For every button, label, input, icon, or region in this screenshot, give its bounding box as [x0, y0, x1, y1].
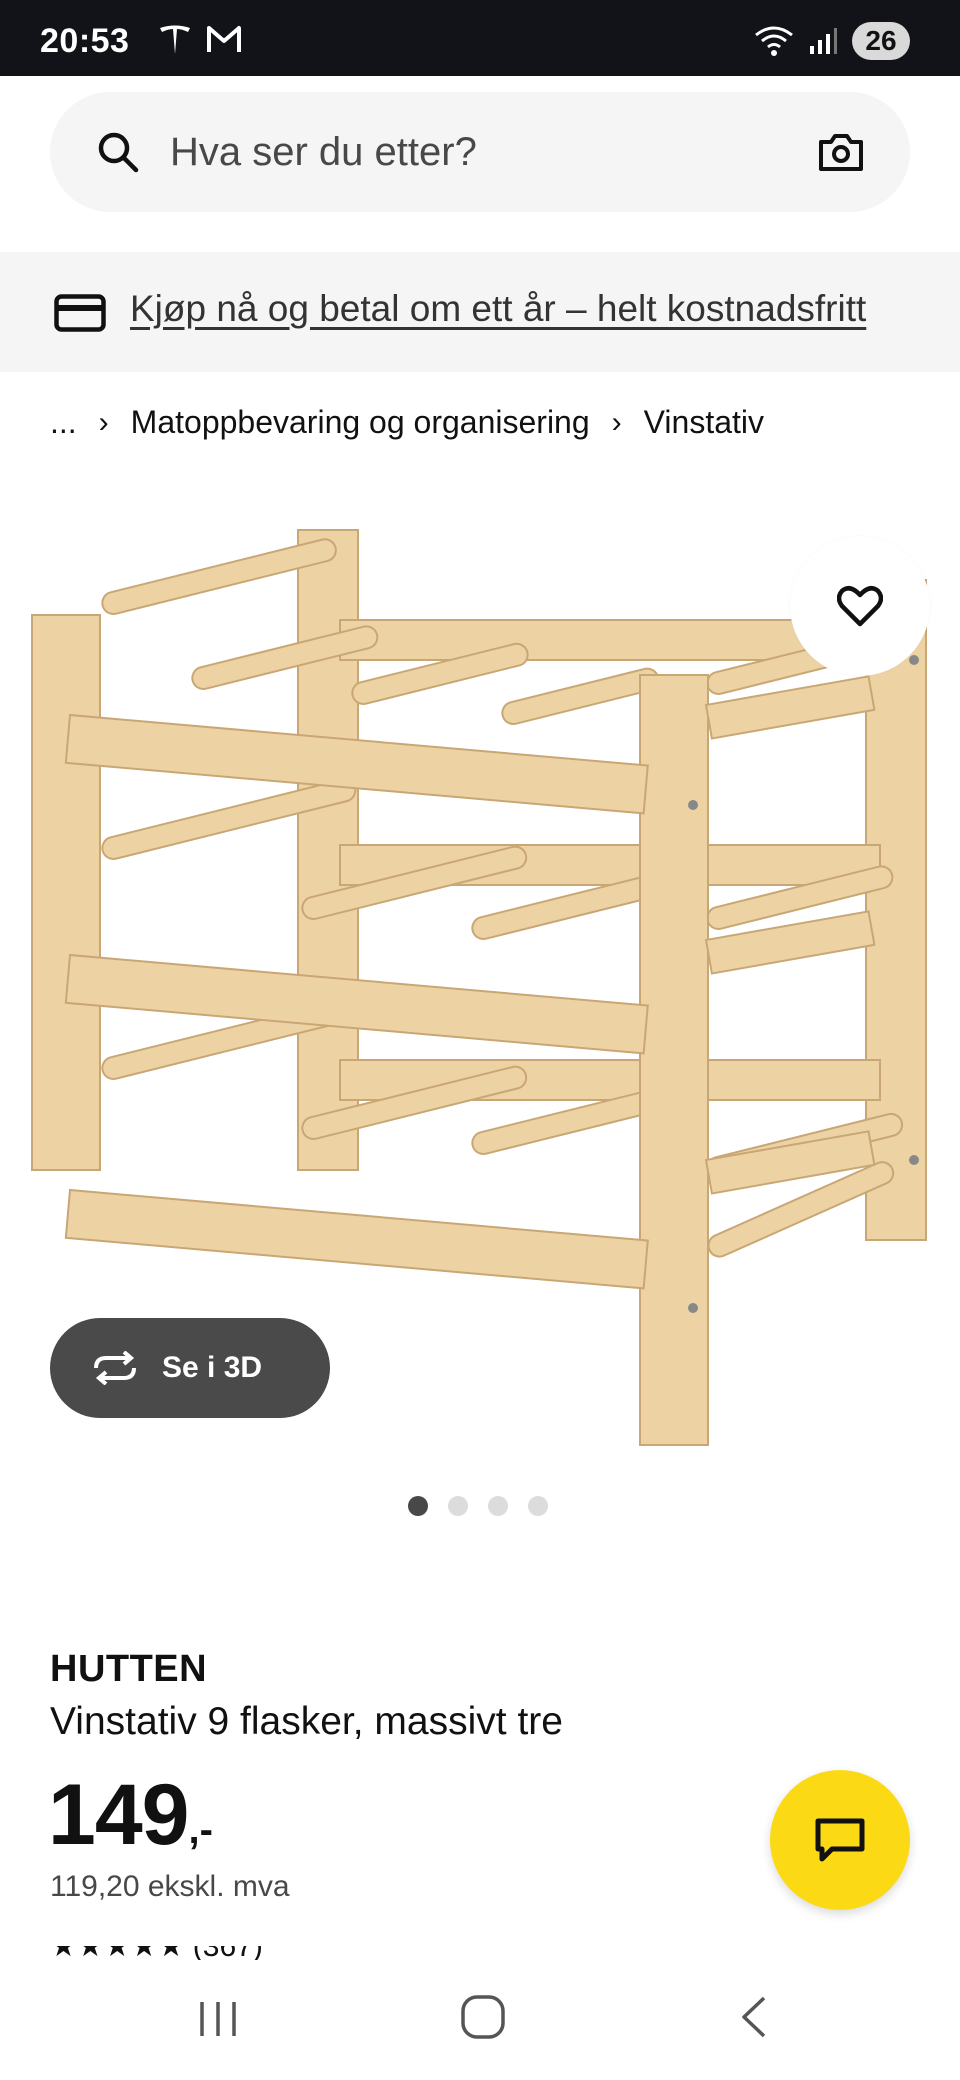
breadcrumb-item-matoppbevaring[interactable]: Matoppbevaring og organisering [131, 404, 590, 441]
status-bar: 20:53 26 [0, 0, 960, 76]
promo-banner[interactable]: Kjøp nå og betal om ett år – helt kostna… [0, 252, 960, 372]
price-integer: 149 [48, 1767, 189, 1863]
search-input[interactable] [170, 114, 810, 190]
breadcrumb-ellipsis[interactable]: ... [50, 404, 77, 441]
gmail-icon [207, 26, 241, 52]
pagination-dot-3[interactable] [488, 1496, 508, 1516]
rating-text: ★★★★★ (367) [50, 1946, 263, 1960]
breadcrumb-item-vinstativ[interactable]: Vinstativ [644, 404, 764, 441]
search-icon[interactable] [96, 130, 140, 174]
status-right: 26 [754, 22, 910, 60]
pagination-dot-1[interactable] [408, 1496, 428, 1516]
favorite-button[interactable] [790, 536, 930, 676]
battery-level: 26 [852, 22, 910, 60]
tesla-icon [160, 25, 190, 54]
rotate-3d-icon [94, 1351, 136, 1385]
recent-apps-icon[interactable] [196, 1996, 240, 2040]
product-rating[interactable]: ★★★★★ (367) [50, 1946, 450, 1960]
pagination-dot-2[interactable] [448, 1496, 468, 1516]
search-bar[interactable] [50, 92, 910, 212]
chevron-right-icon: › [611, 405, 622, 439]
back-icon[interactable] [736, 1994, 770, 2040]
home-icon[interactable] [460, 1994, 506, 2040]
camera-icon[interactable] [818, 132, 864, 172]
pagination-dot-4[interactable] [528, 1496, 548, 1516]
status-app-icons [158, 24, 242, 56]
status-time: 20:53 [40, 22, 130, 60]
system-nav-bar [0, 1970, 960, 2080]
gallery-pagination [408, 1496, 548, 1516]
view-3d-label: Se i 3D [162, 1351, 263, 1384]
wifi-icon [755, 26, 793, 56]
product-price: 149 ,- [48, 1766, 213, 1865]
price-ex-vat: 119,20 ekskl. mva [50, 1870, 290, 1903]
promo-link[interactable]: Kjøp nå og betal om ett år – helt kostna… [130, 288, 866, 330]
breadcrumb: ... › Matoppbevaring og organisering › V… [50, 404, 764, 441]
product-description: Vinstativ 9 flasker, massivt tre [50, 1700, 563, 1743]
signal-icon [810, 28, 837, 54]
price-suffix: ,- [188, 1808, 213, 1852]
chevron-right-icon: › [98, 405, 109, 439]
chat-icon [815, 1818, 865, 1862]
credit-card-icon [54, 294, 106, 332]
heart-icon [837, 586, 883, 627]
chat-button[interactable] [770, 1770, 910, 1910]
view-3d-button[interactable]: Se i 3D [50, 1318, 330, 1418]
product-brand: HUTTEN [50, 1648, 208, 1690]
